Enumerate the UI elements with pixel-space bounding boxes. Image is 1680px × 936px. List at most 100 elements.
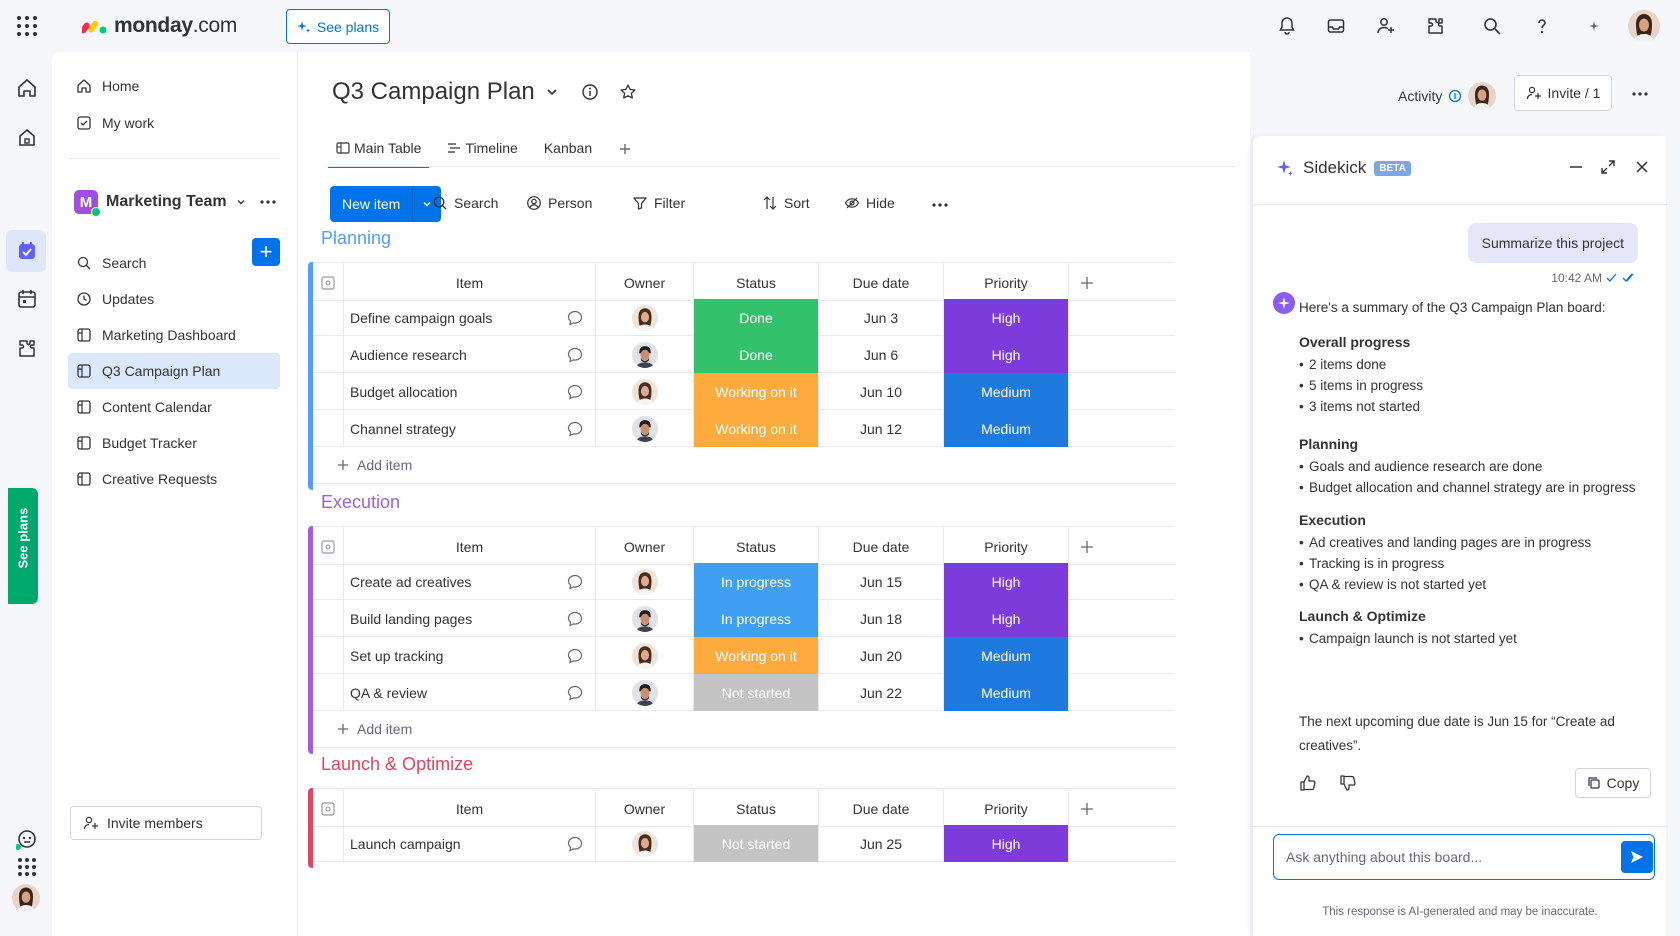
column-header[interactable]: Priority bbox=[943, 789, 1068, 828]
item-cell[interactable]: Define campaign goals bbox=[343, 299, 595, 336]
comment-icon[interactable] bbox=[566, 835, 584, 853]
toolbar-person-filter[interactable]: Person bbox=[526, 195, 592, 211]
workspace-switcher[interactable]: M Marketing Team bbox=[74, 190, 247, 217]
monday-logo[interactable]: monday.com bbox=[82, 14, 237, 38]
priority-cell[interactable]: Medium bbox=[943, 674, 1068, 711]
priority-cell[interactable]: High bbox=[943, 600, 1068, 637]
add-column-button[interactable] bbox=[1068, 263, 1104, 302]
priority-cell[interactable]: High bbox=[943, 336, 1068, 373]
owner-cell[interactable] bbox=[595, 674, 693, 711]
add-item-row[interactable]: Add item bbox=[313, 711, 1175, 748]
table-row[interactable]: Create ad creatives In progress Jun 15 High bbox=[313, 563, 1175, 600]
item-cell[interactable]: Channel strategy bbox=[343, 410, 595, 447]
comment-icon[interactable] bbox=[566, 684, 584, 702]
tab-timeline[interactable]: Timeline bbox=[439, 140, 525, 166]
notifications-bell-icon[interactable] bbox=[1277, 16, 1297, 36]
home-icon[interactable] bbox=[16, 77, 38, 99]
add-view-button[interactable] bbox=[610, 142, 640, 166]
priority-cell[interactable]: High bbox=[943, 825, 1068, 862]
column-header[interactable]: Due date bbox=[818, 527, 943, 566]
star-icon[interactable] bbox=[619, 83, 637, 101]
sidekick-ask-input[interactable] bbox=[1273, 834, 1655, 880]
sidebar-item-my-work[interactable]: My work bbox=[68, 105, 280, 141]
column-header[interactable]: Due date bbox=[818, 789, 943, 828]
item-cell[interactable]: QA & review bbox=[343, 674, 595, 711]
due-date-cell[interactable]: Jun 10 bbox=[818, 373, 943, 410]
column-header[interactable]: Status bbox=[693, 789, 818, 828]
apps-grid-icon[interactable] bbox=[16, 15, 38, 37]
due-date-cell[interactable]: Jun 3 bbox=[818, 299, 943, 336]
priority-cell[interactable]: High bbox=[943, 299, 1068, 336]
owner-cell[interactable] bbox=[595, 600, 693, 637]
status-cell[interactable]: In progress bbox=[693, 563, 818, 600]
apps-marketplace-icon[interactable] bbox=[1426, 16, 1446, 36]
help-icon[interactable] bbox=[1532, 16, 1552, 36]
sidebar-item-q3-campaign-plan[interactable]: Q3 Campaign Plan bbox=[68, 353, 280, 389]
select-all-checkbox[interactable] bbox=[313, 527, 343, 566]
due-date-cell[interactable]: Jun 15 bbox=[818, 563, 943, 600]
due-date-cell[interactable]: Jun 6 bbox=[818, 336, 943, 373]
add-column-button[interactable] bbox=[1068, 527, 1104, 566]
comment-icon[interactable] bbox=[566, 383, 584, 401]
row-select-cell[interactable] bbox=[313, 336, 343, 373]
owner-cell[interactable] bbox=[595, 373, 693, 410]
due-date-cell[interactable]: Jun 12 bbox=[818, 410, 943, 447]
invite-members-button[interactable]: Invite members bbox=[70, 806, 262, 840]
status-cell[interactable]: Working on it bbox=[693, 410, 818, 447]
priority-cell[interactable]: Medium bbox=[943, 373, 1068, 410]
tab-main-table[interactable]: Main Table bbox=[328, 140, 430, 168]
table-row[interactable]: Channel strategy Working on it Jun 12 Mediu… bbox=[313, 410, 1175, 447]
column-header[interactable]: Item bbox=[343, 789, 595, 828]
priority-cell[interactable]: High bbox=[943, 563, 1068, 600]
toolbar-search[interactable]: Search bbox=[432, 195, 498, 211]
column-header[interactable]: Status bbox=[693, 263, 818, 302]
column-header[interactable]: Owner bbox=[595, 527, 693, 566]
due-date-cell[interactable]: Jun 25 bbox=[818, 825, 943, 862]
row-select-cell[interactable] bbox=[313, 373, 343, 410]
owner-cell[interactable] bbox=[595, 825, 693, 862]
row-select-cell[interactable] bbox=[313, 674, 343, 711]
row-select-cell[interactable] bbox=[313, 600, 343, 637]
work-management-icon[interactable] bbox=[16, 240, 38, 262]
sidebar-item-content-calendar[interactable]: Content Calendar bbox=[68, 389, 280, 425]
product-switcher-icon[interactable] bbox=[16, 856, 38, 878]
status-cell[interactable]: Done bbox=[693, 336, 818, 373]
group-title[interactable]: Execution bbox=[321, 492, 400, 513]
copy-button[interactable]: Copy bbox=[1575, 768, 1651, 798]
table-row[interactable]: Launch campaign Not started Jun 25 High bbox=[313, 825, 1175, 862]
sidebar-item-marketing-dashboard[interactable]: Marketing Dashboard bbox=[68, 317, 280, 353]
new-item-button[interactable]: New item bbox=[330, 186, 442, 222]
chevron-down-icon[interactable] bbox=[545, 85, 559, 99]
priority-cell[interactable]: Medium bbox=[943, 637, 1068, 674]
table-row[interactable]: Audience research Done Jun 6 High bbox=[313, 336, 1175, 373]
sparkle-ai-icon[interactable] bbox=[1584, 16, 1604, 36]
status-cell[interactable]: In progress bbox=[693, 600, 818, 637]
status-cell[interactable]: Not started bbox=[693, 825, 818, 862]
status-cell[interactable]: Working on it bbox=[693, 637, 818, 674]
select-all-checkbox[interactable] bbox=[313, 263, 343, 302]
send-button[interactable] bbox=[1621, 841, 1653, 873]
workspace-more-icon[interactable] bbox=[258, 195, 278, 209]
close-icon[interactable] bbox=[1633, 158, 1651, 176]
item-cell[interactable]: Set up tracking bbox=[343, 637, 595, 674]
inbox-icon[interactable] bbox=[1326, 16, 1346, 36]
comment-icon[interactable] bbox=[566, 346, 584, 364]
item-cell[interactable]: Create ad creatives bbox=[343, 563, 595, 600]
owner-cell[interactable] bbox=[595, 563, 693, 600]
comment-icon[interactable] bbox=[566, 647, 584, 665]
toolbar-hide[interactable]: Hide bbox=[844, 195, 895, 211]
item-cell[interactable]: Launch campaign bbox=[343, 825, 595, 862]
status-cell[interactable]: Not started bbox=[693, 674, 818, 711]
search-icon[interactable] bbox=[1482, 16, 1502, 36]
status-cell[interactable]: Working on it bbox=[693, 373, 818, 410]
due-date-cell[interactable]: Jun 20 bbox=[818, 637, 943, 674]
due-date-cell[interactable]: Jun 18 bbox=[818, 600, 943, 637]
home-outline-icon[interactable] bbox=[16, 126, 38, 148]
comment-icon[interactable] bbox=[566, 610, 584, 628]
rail-user-avatar[interactable] bbox=[12, 884, 40, 912]
minimize-icon[interactable] bbox=[1567, 158, 1585, 176]
comment-icon[interactable] bbox=[566, 309, 584, 327]
item-cell[interactable]: Budget allocation bbox=[343, 373, 595, 410]
info-icon[interactable] bbox=[581, 83, 599, 101]
add-column-button[interactable] bbox=[1068, 789, 1104, 828]
